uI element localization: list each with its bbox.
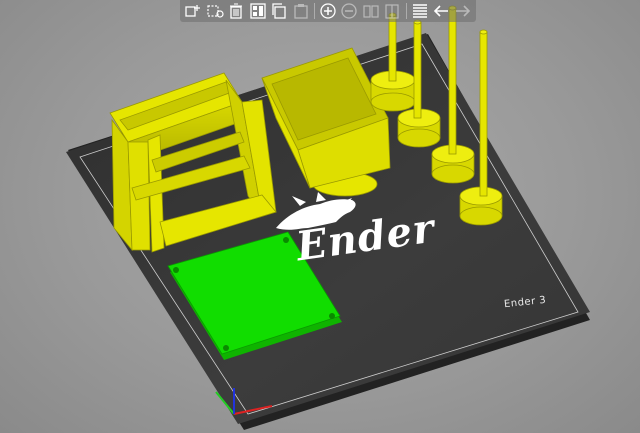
copy-icon [272,3,286,19]
add-button[interactable] [183,1,203,21]
remove-instance-icon [341,3,358,19]
undo-button[interactable] [431,1,451,21]
redo-icon [455,5,470,17]
toolbar-separator [405,3,407,19]
redo-button[interactable] [453,1,473,21]
split-objects-button[interactable] [361,1,381,21]
add-instance-icon [320,3,336,19]
remove-instance-button[interactable] [339,1,359,21]
add-instance-button[interactable] [318,1,338,21]
3d-viewport[interactable] [0,0,640,433]
toolbar-separator [313,3,315,19]
undo-icon [434,5,449,17]
paste-icon [293,4,308,19]
layers-button[interactable] [410,1,430,21]
copy-button[interactable] [269,1,289,21]
paste-button[interactable] [290,1,310,21]
split-parts-button[interactable] [382,1,402,21]
split-parts-icon [385,4,399,19]
layers-icon [412,4,427,18]
add-shape-button[interactable] [204,1,224,21]
delete-button[interactable] [226,1,246,21]
add-icon [185,5,201,17]
arrange-button[interactable] [247,1,267,21]
delete-icon [230,3,243,19]
arrange-icon [249,3,266,19]
split-objects-icon [363,5,379,18]
top-toolbar [180,0,476,22]
add-shape-icon [207,5,224,18]
